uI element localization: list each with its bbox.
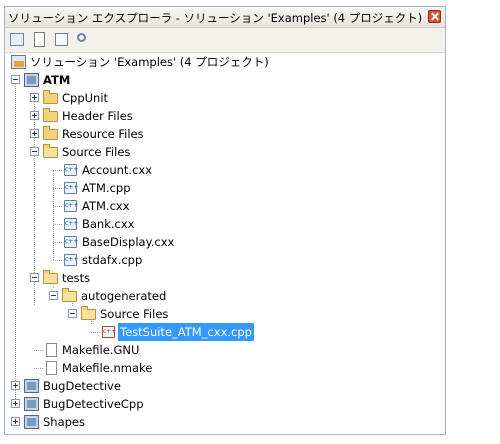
open-folder-icon — [43, 270, 59, 285]
tree-item-label: ソリューション 'Examples' (4 プロジェクト) — [30, 55, 269, 69]
file-icon — [44, 343, 60, 357]
cpp-file-icon: c++ — [63, 199, 79, 213]
cpp-file-icon: c++ — [63, 253, 79, 267]
window-title: ソリューション エクスプローラ - ソリューション 'Examples' (4 … — [8, 11, 423, 25]
show-all-files-button[interactable] — [31, 31, 49, 49]
tree-item-label: Source Files — [100, 307, 169, 321]
solution-icon — [11, 55, 27, 69]
tree-item-label: ATM.cxx — [82, 199, 130, 213]
view-class-diagram-button[interactable] — [75, 31, 93, 49]
tree-item-label: Makefile.GNU — [62, 343, 140, 357]
tree-item-label: ATM — [43, 73, 71, 87]
expand-toggle[interactable] — [11, 381, 20, 390]
tree-item-label: BugDetectiveCpp — [43, 397, 144, 411]
tree-item-label: BaseDisplay.cxx — [82, 235, 175, 249]
expand-toggle[interactable] — [11, 417, 20, 426]
properties-button[interactable] — [9, 31, 27, 49]
project-icon — [24, 379, 40, 393]
test-cpp-file-icon: c++ — [101, 325, 117, 339]
project-icon — [24, 397, 40, 411]
collapse-toggle[interactable] — [49, 291, 58, 300]
tree-item-label: Bank.cxx — [82, 217, 135, 231]
cpp-file-icon: c++ — [63, 181, 79, 195]
show-all-files-icon — [34, 32, 45, 47]
tree-item-label: Source Files — [62, 145, 131, 159]
folder-icon — [43, 108, 59, 123]
solution-explorer-panel: ソリューション エクスプローラ - ソリューション 'Examples' (4 … — [4, 6, 446, 435]
tree-item-label: TestSuite_ATM_cxx.cpp — [118, 323, 254, 341]
properties-icon — [10, 33, 24, 46]
tree-item-label: Account.cxx — [82, 163, 153, 177]
tree-item-label: Resource Files — [62, 127, 144, 141]
view-class-diagram-icon — [77, 33, 86, 42]
collapse-toggle[interactable] — [68, 309, 77, 318]
project-icon — [24, 73, 40, 87]
expand-toggle[interactable] — [30, 93, 39, 102]
cpp-file-icon: c++ — [63, 235, 79, 249]
cpp-file-icon: c++ — [63, 163, 79, 177]
refresh-icon — [55, 33, 68, 46]
tree-item-label: Shapes — [43, 415, 86, 429]
collapse-toggle[interactable] — [30, 147, 39, 156]
project-icon — [24, 415, 40, 429]
file-icon — [44, 361, 60, 375]
open-folder-icon — [81, 306, 97, 321]
folder-icon — [43, 126, 59, 141]
tree-item-label: Makefile.nmake — [62, 361, 153, 375]
refresh-button[interactable] — [53, 31, 71, 49]
toolbar — [5, 28, 445, 53]
collapse-toggle[interactable] — [11, 75, 20, 84]
expand-toggle[interactable] — [30, 111, 39, 120]
solution-tree: ソリューション 'Examples' (4 プロジェクト) ATM CppUni… — [5, 53, 445, 434]
tree-item-label: CppUnit — [62, 91, 109, 105]
tree-item-label: ATM.cpp — [82, 181, 131, 195]
collapse-toggle[interactable] — [30, 273, 39, 282]
folder-icon — [43, 90, 59, 105]
cpp-file-icon: c++ — [63, 217, 79, 231]
expand-toggle[interactable] — [11, 399, 20, 408]
expand-toggle[interactable] — [30, 129, 39, 138]
title-bar: ソリューション エクスプローラ - ソリューション 'Examples' (4 … — [5, 7, 445, 28]
tree-item-label: BugDetective — [43, 379, 121, 393]
tree-item-label: tests — [62, 271, 91, 285]
open-folder-icon — [43, 144, 59, 159]
tree-item-label: stdafx.cpp — [82, 253, 143, 267]
open-folder-icon — [62, 288, 78, 303]
close-icon[interactable] — [428, 10, 441, 23]
tree-item-label: Header Files — [62, 109, 133, 123]
tree-item-label: autogenerated — [81, 289, 167, 303]
